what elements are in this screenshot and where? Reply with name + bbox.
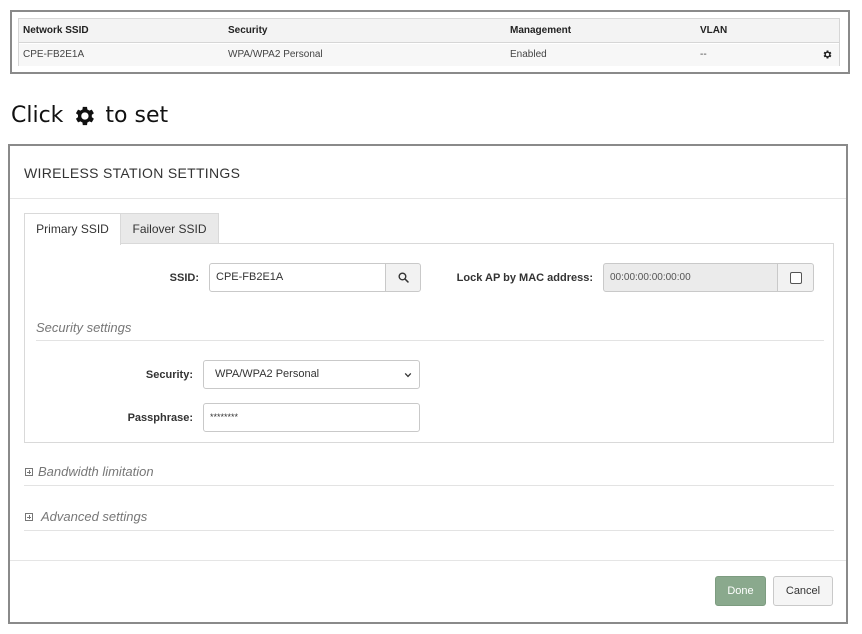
lock-ap-label: Lock AP by MAC address: (456, 272, 593, 284)
search-icon (397, 272, 409, 283)
lock-ap-checkbox-addon (777, 263, 814, 292)
cell-management: Enabled (510, 49, 547, 60)
collapse-divider (24, 530, 834, 531)
header-vlan: VLAN (700, 25, 728, 36)
advanced-settings-toggle[interactable]: Advanced settings (25, 509, 147, 524)
ssid-table-frame: Network SSID Security Management VLAN CP… (10, 10, 850, 74)
tab-bar: Primary SSID Failover SSID (24, 213, 834, 245)
security-select-value: WPA/WPA2 Personal (215, 368, 320, 380)
security-settings-title: Security settings (36, 320, 132, 335)
table-row: CPE-FB2E1A WPA/WPA2 Personal Enabled -- (19, 44, 839, 66)
plus-box-icon (25, 512, 33, 521)
tab-primary-ssid[interactable]: Primary SSID (24, 213, 121, 245)
bandwidth-limitation-label: Bandwidth limitation (38, 464, 154, 479)
collapse-divider (24, 485, 834, 486)
passphrase-label: Passphrase: (127, 412, 193, 424)
section-divider (36, 340, 824, 341)
security-select[interactable]: WPA/WPA2 Personal (203, 360, 420, 389)
bandwidth-limitation-toggle[interactable]: Bandwidth limitation (25, 464, 154, 479)
wireless-station-settings-modal: WIRELESS STATION SETTINGS Primary SSID F… (8, 144, 848, 624)
chevron-down-icon (404, 372, 412, 378)
plus-box-icon (25, 467, 33, 476)
instruction-text: Click to set (11, 103, 168, 128)
header-network-ssid: Network SSID (23, 25, 89, 36)
table-header: Network SSID Security Management VLAN (19, 19, 839, 43)
done-button[interactable]: Done (715, 576, 766, 606)
ssid-table: Network SSID Security Management VLAN CP… (18, 18, 840, 66)
tab-failover-ssid[interactable]: Failover SSID (121, 213, 219, 244)
modal-title: WIRELESS STATION SETTINGS (24, 165, 241, 181)
cell-security: WPA/WPA2 Personal (228, 49, 323, 60)
cell-vlan: -- (700, 49, 707, 60)
modal-header: WIRELESS STATION SETTINGS (10, 146, 846, 199)
ssid-input[interactable]: CPE-FB2E1A (209, 263, 386, 292)
lock-ap-checkbox[interactable] (789, 271, 802, 284)
passphrase-input[interactable]: ******** (203, 403, 420, 432)
cancel-button[interactable]: Cancel (773, 576, 833, 606)
lock-ap-mac-input: 00:00:00:00:00:00 (603, 263, 779, 292)
advanced-settings-label: Advanced settings (41, 509, 148, 524)
gear-icon (76, 106, 95, 125)
ssid-scan-button[interactable] (385, 263, 421, 292)
header-management: Management (510, 25, 572, 36)
security-label: Security: (145, 369, 193, 381)
modal-footer: Done Cancel (10, 560, 846, 622)
header-security: Security (228, 25, 268, 36)
primary-ssid-panel: SSID: CPE-FB2E1A Lock AP by MAC address:… (24, 243, 834, 443)
instruction-prefix: Click (11, 103, 64, 128)
instruction-suffix: to set (105, 103, 169, 128)
ssid-label: SSID: (169, 272, 199, 284)
cell-ssid: CPE-FB2E1A (23, 49, 85, 60)
gear-icon[interactable] (822, 49, 833, 60)
